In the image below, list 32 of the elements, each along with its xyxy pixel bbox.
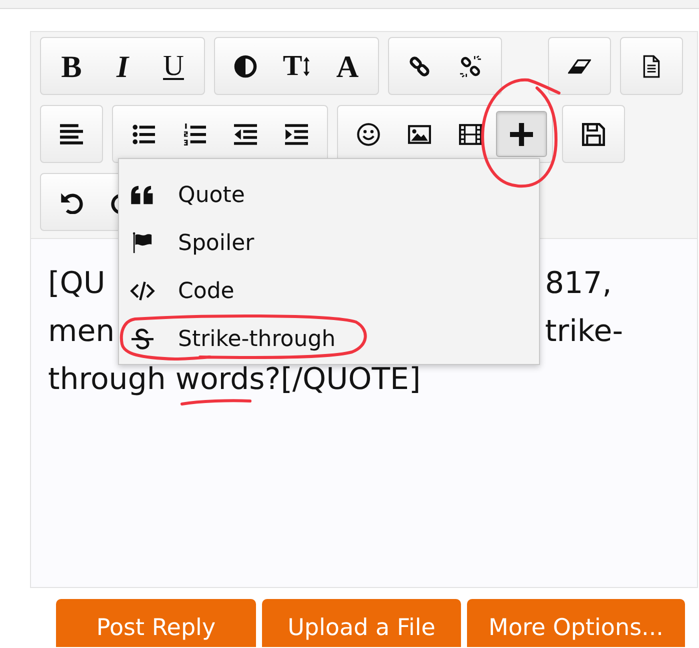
outdent-icon bbox=[234, 122, 257, 146]
hand-drawn-underline bbox=[180, 399, 252, 406]
editor-text: [QU bbox=[48, 267, 106, 301]
menu-item[interactable]: Code bbox=[119, 267, 539, 315]
numbered-list-icon bbox=[183, 122, 206, 146]
align-left-icon bbox=[60, 122, 83, 146]
toolbar-button[interactable]: B bbox=[46, 43, 97, 89]
toolbar-button[interactable]: T bbox=[271, 43, 322, 89]
toolbar-button[interactable]: A bbox=[322, 43, 373, 89]
toolbar-button[interactable]: I bbox=[97, 43, 148, 89]
menu-item[interactable]: Strike-through bbox=[119, 315, 539, 363]
editor-text: 817, bbox=[545, 267, 612, 301]
toolbar-button[interactable]: U bbox=[148, 43, 199, 89]
bulleted-list-icon bbox=[132, 122, 155, 146]
code-icon bbox=[130, 280, 155, 302]
image-icon bbox=[408, 122, 431, 146]
contrast-icon bbox=[234, 54, 257, 78]
film-icon bbox=[459, 122, 482, 146]
editor-text: men bbox=[48, 315, 115, 349]
toolbar-button[interactable] bbox=[496, 111, 547, 157]
menu-item[interactable]: Quote bbox=[119, 171, 539, 219]
link-icon bbox=[408, 54, 431, 78]
smiley-icon bbox=[357, 122, 380, 146]
plus-icon bbox=[510, 122, 533, 146]
editor-text: through words?[/QUOTE] bbox=[48, 363, 421, 397]
quote-icon bbox=[130, 184, 155, 206]
up-down-arrow-icon bbox=[303, 56, 310, 76]
editor-text: trike- bbox=[545, 315, 624, 349]
undo-icon bbox=[60, 190, 83, 214]
strikethrough-icon bbox=[130, 328, 155, 350]
indent-icon bbox=[285, 122, 308, 146]
broken-link-icon bbox=[459, 54, 482, 78]
